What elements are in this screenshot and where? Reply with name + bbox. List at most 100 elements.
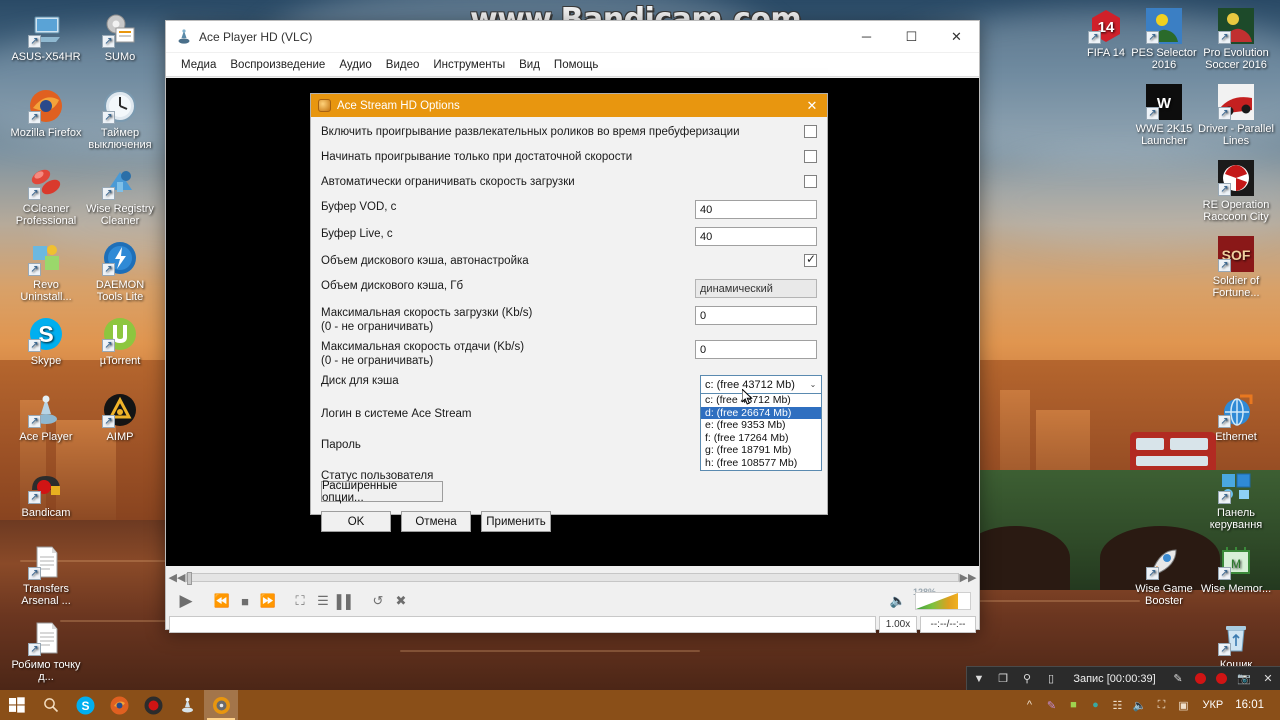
seek-bar[interactable] <box>186 571 959 585</box>
transport-buttons[interactable]: ▶ ⏪ ■ ⏩ ⛶ ☰ ▌▌ ↺ ✖ 🔈 128% <box>166 587 979 614</box>
minimize-button[interactable]: ─ <box>844 21 889 52</box>
search-icon[interactable] <box>34 690 68 720</box>
stop-record-button[interactable] <box>1216 673 1227 684</box>
dialog-checkbox[interactable] <box>804 175 817 188</box>
pencil-icon[interactable]: ✎ <box>1166 667 1190 691</box>
network-icon[interactable]: ☷ <box>1106 690 1128 720</box>
clock[interactable]: 16:01 <box>1231 699 1274 711</box>
vlc-menu-item[interactable]: Аудио <box>332 56 378 74</box>
desktop-icon[interactable]: Робимо точку д... <box>8 620 84 683</box>
playlist-button[interactable]: ☰ <box>312 590 334 612</box>
desktop-icon[interactable]: Кошик <box>1198 620 1274 671</box>
desktop-icon[interactable]: M Wise Memor... <box>1198 544 1274 595</box>
desktop-icon[interactable]: W WWE 2K15 Launcher <box>1126 84 1202 147</box>
desktop-icon[interactable]: RE Operation Raccoon City <box>1198 160 1274 223</box>
play-button[interactable]: ▶ <box>171 588 201 614</box>
shuffle-button[interactable]: ✖ <box>390 590 412 612</box>
vlc-menu-item[interactable]: Медиа <box>174 56 223 74</box>
desktop-icon[interactable]: µTorrent <box>82 316 158 367</box>
advanced-options-button[interactable]: Расширенные опции... <box>321 480 443 504</box>
firefox-taskbar-icon[interactable] <box>102 690 136 720</box>
desktop-icon[interactable]: Transfers Arsenal ... <box>8 544 84 607</box>
cache-disk-dropdown[interactable]: c: (free 43712 Mb) d: (free 26674 Mb) e: (… <box>700 394 822 471</box>
volume-icon[interactable]: 🔈 <box>887 590 909 612</box>
cache-disk-option[interactable]: f: (free 17264 Mb) <box>701 432 821 445</box>
volume-slider[interactable] <box>915 592 971 610</box>
desktop-icon[interactable]: Pro Evolution Soccer 2016 <box>1198 8 1274 71</box>
dialog-text-input[interactable]: 0 <box>695 306 817 325</box>
desktop-icon[interactable]: S Skype <box>8 316 84 367</box>
record-button[interactable] <box>1195 673 1206 684</box>
bandicam-recording-bar[interactable]: ▼ ❐ ⚲ ▯ Запис [00:00:39] ✎ 📷 ✕ <box>966 666 1280 690</box>
pen-icon[interactable]: ✎ <box>1040 690 1062 720</box>
windows-start-icon[interactable] <box>0 690 34 720</box>
desktop-icon[interactable]: Ace Player <box>8 392 84 443</box>
loop-button[interactable]: ↺ <box>367 590 389 612</box>
desktop-icon[interactable]: SOF Soldier of Fortune... <box>1198 236 1274 299</box>
volume-icon[interactable]: 🔈 <box>1128 690 1150 720</box>
desktop-icon[interactable]: Таймер выключения <box>82 88 158 151</box>
cancel-button[interactable]: Отмена <box>401 511 471 532</box>
dialog-text-input[interactable]: динамический <box>695 279 817 298</box>
daemon-tray-icon[interactable]: ● <box>1084 690 1106 720</box>
desktop-icon[interactable]: Driver - Parallel Lines <box>1198 84 1274 147</box>
ace-player-taskbar-icon[interactable] <box>170 690 204 720</box>
cache-disk-option[interactable]: h: (free 108577 Mb) <box>701 457 821 470</box>
shield-icon[interactable]: ■ <box>1062 690 1084 720</box>
close-icon[interactable]: ✕ <box>1256 667 1280 691</box>
desktop-icon[interactable]: Bandicam <box>8 468 84 519</box>
desktop-icon[interactable]: CCleaner Professional <box>8 164 84 227</box>
vlc-menu-bar[interactable]: Медиа Воспроизведение Аудио Видео Инструмент… <box>166 53 979 77</box>
desktop-icon[interactable]: DAEMON Tools Lite <box>82 240 158 303</box>
chevron-down-icon[interactable]: ⌄ <box>805 380 821 389</box>
desktop-icon[interactable]: Wise Game Booster <box>1126 544 1202 607</box>
apply-button[interactable]: Применить <box>481 511 551 532</box>
seek-row[interactable]: ◀◀ ▶▶ <box>166 566 979 588</box>
dialog-body[interactable]: Включить проигрывание развлекательных ро… <box>311 117 827 532</box>
cache-disk-option[interactable]: d: (free 26674 Mb) <box>701 406 821 420</box>
dialog-checkbox[interactable] <box>804 252 817 267</box>
dialog-title-bar[interactable]: Ace Stream HD Options ✕ <box>311 94 827 117</box>
search-icon[interactable]: ⚲ <box>1015 667 1039 691</box>
vlc-menu-item[interactable]: Видео <box>379 56 427 74</box>
close-button[interactable]: ✕ <box>934 21 979 52</box>
desktop-icon[interactable]: ASUS-X54HR <box>8 12 84 63</box>
chevron-up-icon[interactable]: ^ <box>1018 690 1040 720</box>
ok-button[interactable]: OK <box>321 511 391 532</box>
desktop-icon[interactable]: Панель керування <box>1198 468 1274 531</box>
speed-field[interactable]: 1.00x <box>879 615 917 633</box>
vlc-taskbar-icon[interactable] <box>204 690 238 720</box>
desktop-icon[interactable]: Revo Uninstall... <box>8 240 84 303</box>
desktop-icon[interactable]: AIMP <box>82 392 158 443</box>
language-indicator[interactable]: УКР <box>1194 699 1231 711</box>
dialog-checkbox[interactable] <box>804 150 817 163</box>
action-center-icon[interactable]: ▣ <box>1172 690 1194 720</box>
display-icon[interactable]: ⛶ <box>1150 690 1172 720</box>
dialog-text-input[interactable]: 40 <box>695 227 817 246</box>
cache-disk-option[interactable]: c: (free 43712 Mb) <box>701 394 821 407</box>
vlc-menu-item[interactable]: Инструменты <box>426 56 512 74</box>
progress-bar[interactable] <box>169 615 876 633</box>
cache-disk-option[interactable]: e: (free 9353 Mb) <box>701 419 821 432</box>
desktop-icon[interactable]: SUMo <box>82 12 158 63</box>
time-field[interactable]: --:--/--:-- <box>920 615 976 633</box>
chevron-down-icon[interactable]: ▼ <box>967 667 991 691</box>
volume-area[interactable]: 🔈 128% <box>887 587 979 612</box>
seek-start-icon[interactable]: ◀◀ <box>168 571 186 584</box>
system-tray[interactable]: ^ ✎ ■ ● ☷ 🔈 ⛶ ▣ УКР 16:01 <box>1018 690 1280 720</box>
time-row[interactable]: 1.00x --:--/--:-- <box>166 614 979 634</box>
cache-disk-option[interactable]: g: (free 18791 Mb) <box>701 444 821 457</box>
desktop-icon[interactable]: Wise Registry Cleaner <box>82 164 158 227</box>
screen-icon[interactable]: ▯ <box>1039 667 1063 691</box>
next-button[interactable]: ⏩ <box>257 590 279 612</box>
window-icon[interactable]: ❐ <box>991 667 1015 691</box>
vlc-controls[interactable]: ◀◀ ▶▶ ▶ ⏪ ■ ⏩ ⛶ ☰ ▌▌ ↺ ✖ 🔈 128% <box>166 566 979 633</box>
dialog-text-input[interactable]: 0 <box>695 340 817 359</box>
maximize-button[interactable]: ☐ <box>889 21 934 52</box>
previous-button[interactable]: ⏪ <box>211 590 233 612</box>
stop-button[interactable]: ■ <box>234 590 256 612</box>
vlc-menu-item[interactable]: Вид <box>512 56 547 74</box>
taskbar[interactable]: S ^ ✎ ■ ● ☷ 🔈 ⛶ ▣ УКР 16:01 <box>0 690 1280 720</box>
skype-taskbar-icon[interactable]: S <box>68 690 102 720</box>
vlc-menu-item[interactable]: Воспроизведение <box>223 56 332 74</box>
